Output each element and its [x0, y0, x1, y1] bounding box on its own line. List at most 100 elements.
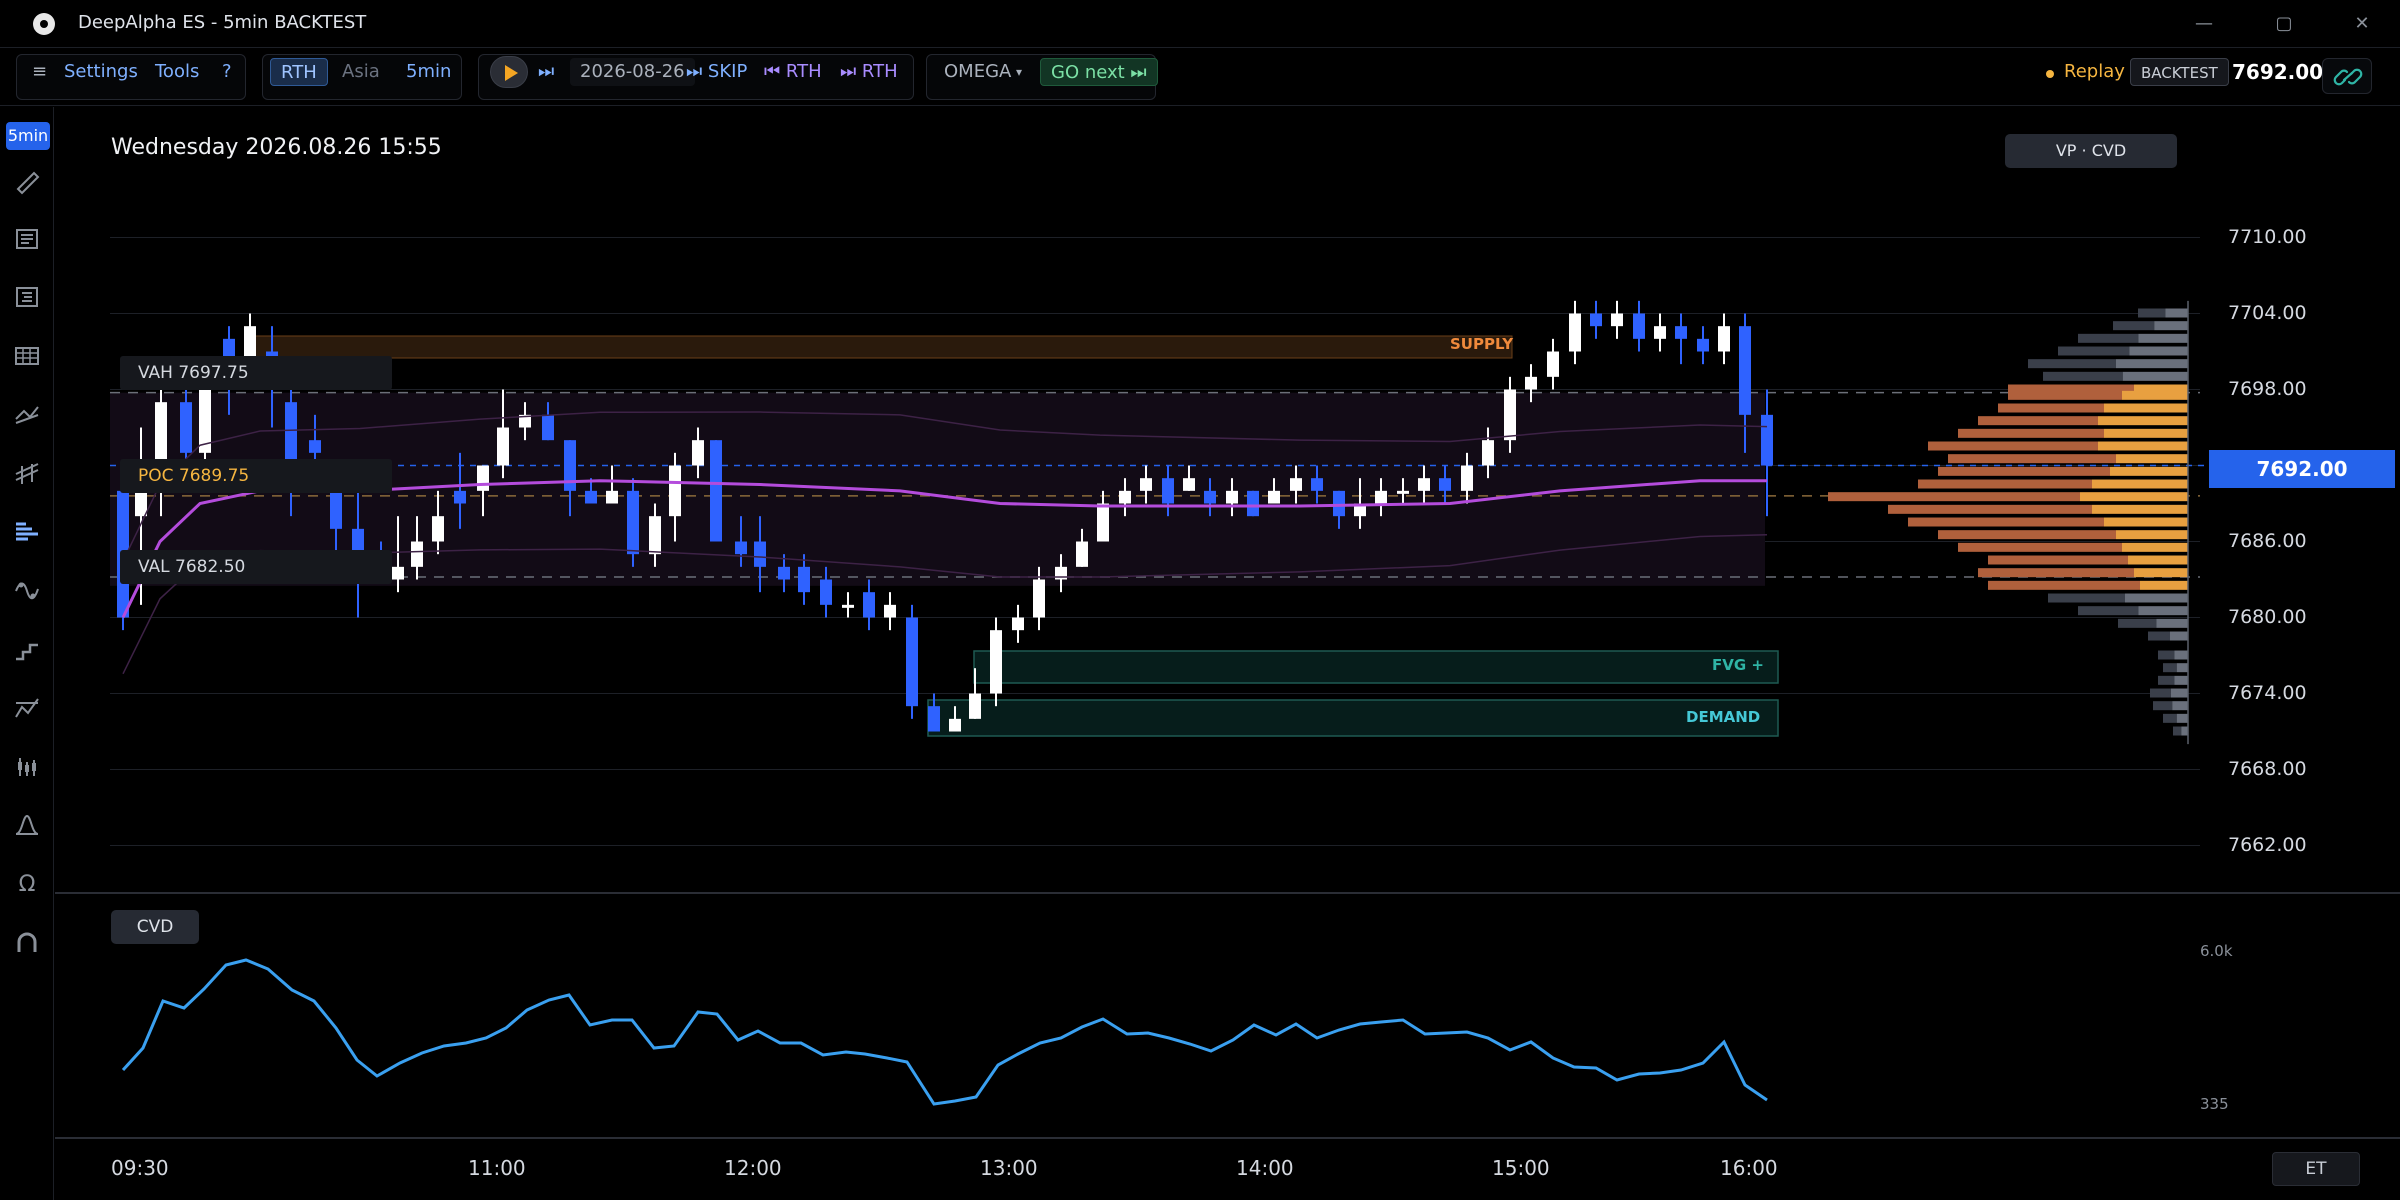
magnet-icon[interactable] [12, 928, 42, 958]
candle [1311, 478, 1323, 491]
tools-menu[interactable]: Tools [155, 58, 199, 86]
volume-profile-bar [2092, 504, 2188, 514]
prev-rth-button[interactable]: ⏮ RTH [764, 58, 822, 86]
candle [1418, 478, 1430, 491]
supply-zone [249, 335, 1513, 359]
candle [798, 566, 810, 593]
session-asia-button[interactable]: Asia [332, 58, 390, 86]
volume-profile-bar [2116, 454, 2188, 464]
trend-lines-icon[interactable] [12, 399, 42, 429]
menu-icon[interactable]: ≡ [32, 58, 47, 86]
toolbar: ≡ Settings Tools ? RTH Asia 5min ⏭ 2026-… [0, 48, 2400, 106]
candle [1761, 414, 1773, 466]
x-tick: 16:00 [1720, 1156, 1778, 1180]
candle [669, 465, 681, 517]
candle [1140, 478, 1152, 491]
chevron-down-icon[interactable]: ▾ [1016, 58, 1022, 86]
omega-icon[interactable]: Ω [12, 868, 42, 898]
volume-profile-bar [2138, 333, 2188, 343]
volume-profile-bar [2078, 333, 2139, 343]
candle [1525, 376, 1537, 390]
volume-profile-bar [2080, 492, 2188, 502]
zigzag-icon[interactable] [12, 693, 42, 723]
candle [180, 402, 192, 453]
link-icon[interactable] [2322, 58, 2372, 94]
volume-profile-bar [2163, 713, 2177, 723]
volume-profile-bar [2058, 346, 2130, 356]
volume-profile-bar [2170, 688, 2188, 698]
x-tick: 15:00 [1492, 1156, 1550, 1180]
volume-profile-bar [1948, 454, 2116, 464]
minimize-button[interactable]: — [2184, 8, 2224, 40]
candle [1183, 478, 1195, 491]
volume-profile-bar [2165, 308, 2188, 318]
volume-profile-icon[interactable] [12, 516, 42, 546]
candle [1226, 490, 1238, 504]
volume-profile-bar [2104, 517, 2188, 527]
volume-profile-bar [2181, 726, 2188, 736]
volume-profile-bar [1888, 504, 2092, 514]
replay-date-field[interactable]: 2026-08-26 [570, 58, 695, 86]
go-next-button[interactable]: GO next ⏭ [1040, 58, 1158, 86]
candle [1397, 490, 1409, 494]
volume-profile-bar [1908, 517, 2104, 527]
timeframe-badge[interactable]: 5min [6, 122, 50, 150]
play-button[interactable] [490, 56, 528, 88]
x-tick: 12:00 [724, 1156, 782, 1180]
table-grid-icon[interactable] [12, 341, 42, 371]
close-button[interactable]: ✕ [2342, 8, 2382, 40]
candle [1611, 313, 1623, 327]
y-tick: 7680.00 [2228, 606, 2307, 628]
ruler-icon[interactable] [12, 165, 42, 195]
candles-icon[interactable] [12, 752, 42, 782]
volume-profile-bar [2174, 650, 2188, 660]
channel-lines-icon[interactable] [12, 458, 42, 488]
candle [969, 693, 981, 719]
candle [906, 617, 918, 707]
maximize-button[interactable]: ▢ [2264, 8, 2304, 40]
volume-profile-bar [2158, 675, 2175, 685]
volume-profile-bar [2140, 580, 2188, 590]
timeframe-button[interactable]: 5min [406, 58, 451, 86]
volume-profile-bar [1928, 441, 2098, 451]
chart-canvas[interactable] [55, 107, 2400, 1200]
help-button[interactable]: ? [222, 58, 232, 86]
candle [1119, 490, 1131, 504]
volume-profile-bar [1938, 466, 2110, 476]
candle [454, 490, 466, 504]
volume-profile-bar [2098, 441, 2188, 451]
volume-profile-bar [2172, 701, 2188, 711]
step-forward-button[interactable]: ⏭ [538, 58, 554, 86]
swing-points-icon[interactable] [12, 575, 42, 605]
candle [754, 541, 766, 567]
skip-button[interactable]: ⏭ SKIP [686, 58, 747, 86]
step-chart-icon[interactable] [12, 635, 42, 665]
y-tick: 7710.00 [2228, 226, 2307, 248]
text-lines-icon[interactable] [12, 224, 42, 254]
candle [649, 516, 661, 555]
bracket-list-icon[interactable] [12, 282, 42, 312]
next-rth-button[interactable]: ⏭ RTH [840, 58, 898, 86]
candle [1268, 490, 1280, 504]
candle [692, 440, 704, 466]
volume-profile-bar [1988, 555, 2128, 565]
timezone-button[interactable]: ET [2272, 1152, 2360, 1186]
last-price-readout: 7692.00 [2232, 60, 2324, 84]
session-rth-button[interactable]: RTH [270, 58, 328, 86]
vp-cvd-toggle-button[interactable]: VP · CVD [2005, 134, 2177, 168]
cvd-label: CVD [111, 910, 199, 944]
volume-profile-bar [2176, 663, 2188, 673]
y-tick: 7698.00 [2228, 378, 2307, 400]
candle [1247, 490, 1259, 517]
volume-profile-bar [2092, 479, 2188, 489]
volume-profile-bar [2122, 542, 2188, 552]
replay-button[interactable]: Replay [2064, 58, 2125, 86]
strategy-select[interactable]: OMEGA [944, 58, 1011, 86]
settings-menu[interactable]: Settings [64, 58, 138, 86]
y-tick: 7668.00 [2228, 758, 2307, 780]
svg-text:Ω: Ω [19, 872, 36, 897]
candle [778, 566, 790, 580]
volume-profile-bar [1978, 416, 2098, 426]
candle [432, 516, 444, 542]
bell-curve-icon[interactable] [12, 810, 42, 840]
